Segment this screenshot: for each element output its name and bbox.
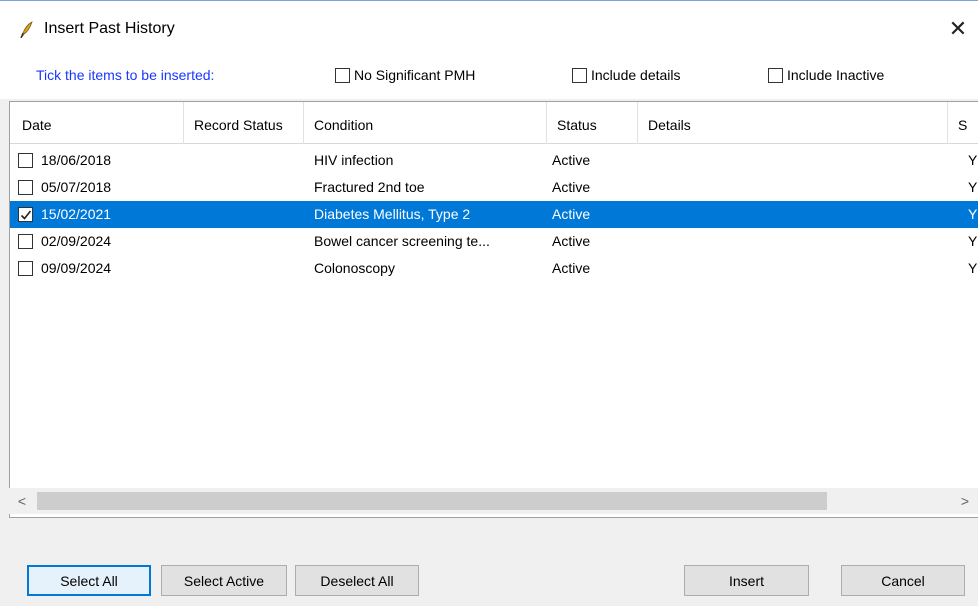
scrollbar-thumb[interactable] — [37, 492, 827, 510]
include-inactive-checkbox[interactable]: Include Inactive — [768, 67, 884, 83]
row-checkbox[interactable] — [18, 261, 33, 276]
row-checkbox[interactable] — [18, 234, 33, 249]
row-checkbox[interactable] — [18, 207, 33, 222]
checkmark-icon — [20, 210, 32, 220]
cell-status: Active — [552, 179, 591, 195]
column-header-details[interactable]: Details — [638, 102, 948, 144]
cell-date: 05/07/2018 — [41, 179, 112, 195]
cell-s: Y — [968, 179, 978, 195]
cell-date: 18/06/2018 — [41, 152, 112, 168]
table-row[interactable]: 05/07/2018 Fractured 2nd toe Active Y — [10, 174, 978, 201]
dialog-title: Insert Past History — [44, 20, 175, 37]
include-details-label: Include details — [591, 67, 681, 83]
column-header-condition[interactable]: Condition — [304, 102, 547, 144]
select-all-button[interactable]: Select All — [27, 565, 151, 596]
cell-status: Active — [552, 260, 591, 276]
cell-condition: Bowel cancer screening te... — [314, 233, 490, 249]
cell-status: Active — [552, 233, 591, 249]
cell-condition: Fractured 2nd toe — [314, 179, 425, 195]
no-significant-pmh-label: No Significant PMH — [354, 67, 476, 83]
grid-rows: 18/06/2018 HIV infection Active Y 05/07/… — [10, 147, 978, 282]
deselect-all-button[interactable]: Deselect All — [295, 565, 419, 596]
past-history-grid[interactable]: Date Record Status Condition Status Deta… — [9, 101, 978, 517]
cell-status: Active — [552, 206, 591, 222]
cell-date: 02/09/2024 — [41, 233, 112, 249]
cell-condition: Diabetes Mellitus, Type 2 — [314, 206, 471, 222]
quill-pen-icon — [18, 21, 36, 39]
cell-date: 09/09/2024 — [41, 260, 112, 276]
options-bar: Tick the items to be inserted: No Signif… — [0, 53, 978, 99]
checkbox-box[interactable] — [335, 67, 350, 83]
cell-s: Y — [968, 233, 978, 249]
column-header-status[interactable]: Status — [547, 102, 638, 144]
chevron-left-icon: < — [17, 493, 27, 509]
row-checkbox[interactable] — [18, 180, 33, 195]
cell-s: Y — [968, 260, 978, 276]
cell-s: Y — [968, 206, 978, 222]
horizontal-scrollbar[interactable]: < > — [9, 488, 978, 514]
table-row[interactable]: 15/02/2021 Diabetes Mellitus, Type 2 Act… — [10, 201, 978, 228]
cell-condition: Colonoscopy — [314, 260, 395, 276]
column-header-s[interactable]: S — [948, 102, 978, 144]
cell-status: Active — [552, 152, 591, 168]
table-row[interactable]: 18/06/2018 HIV infection Active Y — [10, 147, 978, 174]
column-header-record-status[interactable]: Record Status — [184, 102, 304, 144]
scroll-right-button[interactable]: > — [952, 488, 978, 514]
cell-s: Y — [968, 152, 978, 168]
insert-past-history-dialog: Insert Past History ✕ Tick the items to … — [0, 0, 978, 606]
grid-bottom-border — [9, 517, 978, 518]
checkbox-box[interactable] — [572, 67, 587, 83]
table-row[interactable]: 02/09/2024 Bowel cancer screening te... … — [10, 228, 978, 255]
instruction-label: Tick the items to be inserted: — [36, 67, 215, 83]
cancel-button[interactable]: Cancel — [841, 565, 965, 596]
checkbox-box[interactable] — [768, 67, 783, 83]
close-button[interactable]: ✕ — [938, 9, 978, 49]
insert-button[interactable]: Insert — [684, 565, 809, 596]
cell-condition: HIV infection — [314, 152, 394, 168]
include-details-checkbox[interactable]: Include details — [572, 67, 681, 83]
table-row[interactable]: 09/09/2024 Colonoscopy Active Y — [10, 255, 978, 282]
chevron-right-icon: > — [960, 493, 970, 509]
no-significant-pmh-checkbox[interactable]: No Significant PMH — [335, 67, 475, 83]
select-active-button[interactable]: Select Active — [161, 565, 287, 596]
column-header-date[interactable]: Date — [14, 102, 184, 144]
row-checkbox[interactable] — [18, 153, 33, 168]
close-icon: ✕ — [948, 16, 968, 41]
include-inactive-label: Include Inactive — [787, 67, 885, 83]
cell-date: 15/02/2021 — [41, 206, 112, 222]
title-bar: Insert Past History ✕ — [0, 1, 978, 53]
grid-header: Date Record Status Condition Status Deta… — [10, 102, 978, 144]
scroll-left-button[interactable]: < — [9, 488, 35, 514]
